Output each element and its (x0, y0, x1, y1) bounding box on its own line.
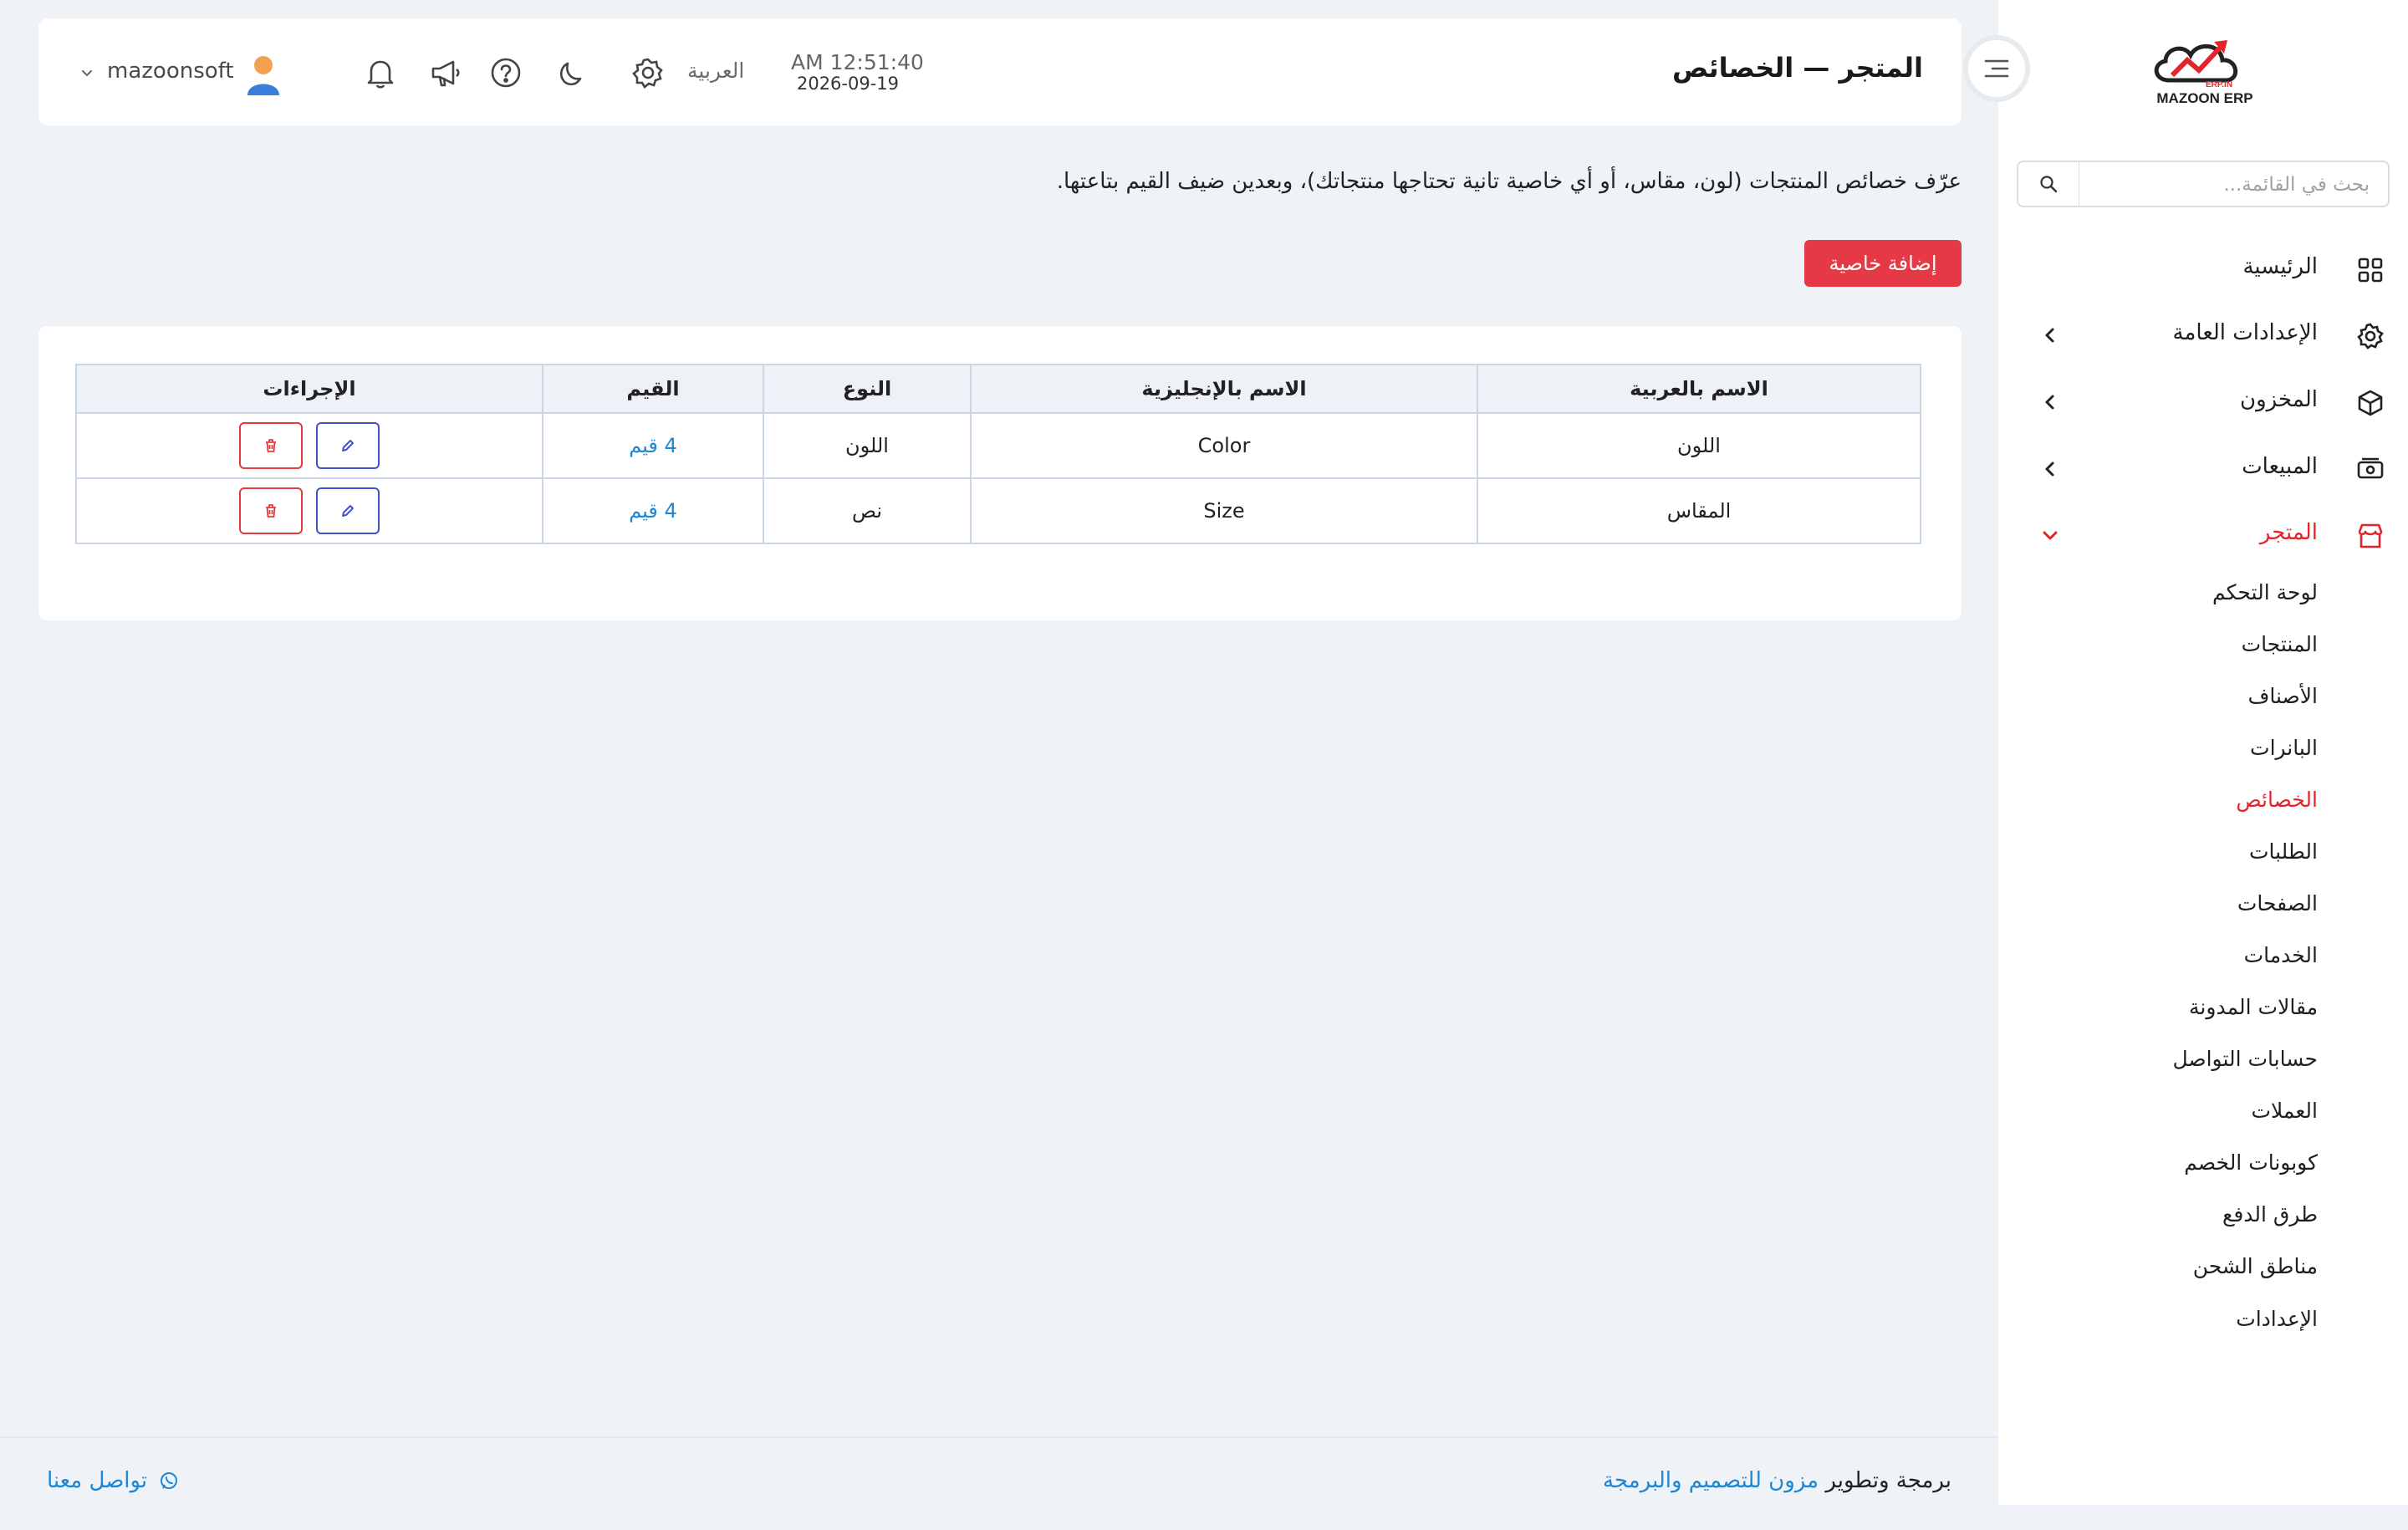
grid-icon (2356, 256, 2385, 284)
submenu-products[interactable]: المنتجات (2242, 632, 2318, 656)
sidebar-item-sales[interactable]: المبيعات (1998, 444, 2408, 494)
cell-name-en: Size (970, 477, 1478, 544)
whatsapp-icon (161, 1472, 178, 1489)
logo-sub: ERP.IN (2206, 80, 2233, 89)
sidebar-item-general-settings[interactable]: الإعدادات العامة (1998, 310, 2408, 360)
submenu-shipping-zones[interactable]: مناطق الشحن (2193, 1254, 2318, 1278)
sidebar-item-home[interactable]: الرئيسية (1998, 244, 2408, 294)
cell-values: 4 قيم (542, 477, 764, 544)
cell-actions (75, 477, 543, 544)
col-header-name-ar: الاسم بالعربية (1477, 364, 1921, 414)
submenu-pages[interactable]: الصفحات (2237, 891, 2318, 915)
cell-values: 4 قيم (542, 412, 764, 479)
moon-icon[interactable] (555, 55, 590, 90)
footer-credit-prefix: برمجة وتطوير (1825, 1468, 1951, 1493)
box-icon (2356, 389, 2385, 417)
menu-icon (1984, 59, 2009, 78)
chevron-left-icon (2042, 461, 2059, 477)
top-header: mazoonsoft العربية AM 12:51:40 2026-09-1 (38, 18, 1962, 125)
clock-time: AM 12:51:40 (791, 50, 924, 74)
submenu-coupons[interactable]: كوبونات الخصم (2184, 1150, 2318, 1175)
footer-credit: برمجة وتطوير مزون للتصميم والبرمجة (1603, 1468, 1951, 1493)
edit-button[interactable] (315, 422, 380, 469)
cell-name-ar: المقاس (1477, 477, 1921, 544)
col-header-type: النوع (763, 364, 972, 414)
sidebar: ERP.IN MAZOON ERP الرئيسية الإعدادات الع… (1998, 0, 2408, 1505)
submenu-blog-posts[interactable]: مقالات المدونة (2189, 995, 2318, 1019)
edit-button[interactable] (315, 487, 380, 534)
submenu-social-accounts[interactable]: حسابات التواصل (2172, 1047, 2318, 1071)
col-header-actions: الإجراءات (75, 364, 543, 414)
cash-icon (2356, 456, 2385, 484)
gear-icon[interactable] (630, 55, 666, 90)
submenu-settings[interactable]: الإعدادات (2236, 1307, 2318, 1331)
values-link[interactable]: 4 قيم (629, 434, 677, 457)
sidebar-search (2017, 161, 2390, 207)
sidebar-item-label: المتجر (2259, 520, 2318, 545)
delete-button[interactable] (239, 487, 304, 534)
submenu-banners[interactable]: البانرات (2250, 736, 2318, 760)
pencil-icon (341, 440, 354, 451)
logo-text: MAZOON ERP (2156, 90, 2253, 106)
submenu-dashboard[interactable]: لوحة التحكم (2212, 580, 2318, 604)
submenu-orders[interactable]: الطلبات (2249, 839, 2318, 864)
chevron-down-icon[interactable] (80, 67, 94, 80)
col-header-name-en: الاسم بالإنجليزية (970, 364, 1478, 414)
table-row: اللون Color اللون 4 قيم (75, 412, 1921, 479)
chevron-left-icon (2042, 394, 2059, 411)
megaphone-icon[interactable] (428, 55, 463, 90)
chevron-down-icon (2042, 527, 2059, 543)
page-title: المتجر — الخصائص (1671, 52, 1923, 84)
add-attribute-button[interactable]: إضافة خاصية (1804, 240, 1962, 287)
bell-icon[interactable] (363, 55, 398, 90)
submenu-categories[interactable]: الأصناف (2247, 684, 2318, 708)
attributes-card: الاسم بالعربية الاسم بالإنجليزية النوع ا… (38, 326, 1962, 620)
search-icon[interactable] (2018, 162, 2079, 206)
help-icon[interactable] (488, 55, 523, 90)
sidebar-item-label: الإعدادات العامة (2172, 320, 2318, 345)
trash-icon (266, 439, 277, 452)
sidebar-item-label: المخزون (2240, 387, 2318, 412)
cell-type: اللون (763, 412, 972, 479)
contact-us-link[interactable]: تواصل معنا (47, 1468, 179, 1493)
table-row: المقاس Size نص 4 قيم (75, 477, 1921, 544)
gear-icon (2356, 322, 2385, 350)
cell-type: نص (763, 477, 972, 544)
attributes-table: الاسم بالعربية الاسم بالإنجليزية النوع ا… (75, 364, 1921, 544)
submenu-services[interactable]: الخدمات (2244, 943, 2318, 967)
submenu-payment-methods[interactable]: طرق الدفع (2222, 1202, 2318, 1227)
app-logo[interactable]: ERP.IN MAZOON ERP (2144, 33, 2266, 117)
cell-actions (75, 412, 543, 479)
sidebar-item-inventory[interactable]: المخزون (1998, 377, 2408, 427)
chevron-left-icon (2042, 327, 2059, 344)
sidebar-toggle-button[interactable] (1963, 35, 2030, 102)
sidebar-item-label: المبيعات (2242, 454, 2318, 479)
delete-button[interactable] (239, 422, 304, 469)
language-switch[interactable]: العربية (687, 59, 744, 83)
contact-label: تواصل معنا (47, 1468, 148, 1493)
username[interactable]: mazoonsoft (107, 59, 234, 84)
values-link[interactable]: 4 قيم (629, 499, 677, 523)
page-description: عرّف خصائص المنتجات (لون، مقاس، أو أي خا… (1056, 169, 1962, 194)
cell-name-en: Color (970, 412, 1478, 479)
col-header-values: القيم (542, 364, 764, 414)
footer-divider (0, 1436, 1998, 1438)
submenu-attributes[interactable]: الخصائص (2236, 788, 2318, 812)
sidebar-search-input[interactable] (2084, 167, 2371, 202)
cell-name-ar: اللون (1477, 412, 1921, 479)
pencil-icon (341, 505, 354, 517)
table-header-row: الاسم بالعربية الاسم بالإنجليزية النوع ا… (75, 364, 1921, 414)
store-icon (2356, 522, 2385, 550)
trash-icon (266, 504, 277, 518)
sidebar-item-store[interactable]: المتجر (1998, 510, 2408, 560)
user-avatar[interactable] (244, 54, 283, 95)
submenu-currencies[interactable]: العملات (2251, 1099, 2318, 1123)
clock-date: 2026-09-19 (796, 74, 900, 94)
logo-cloud-icon (2154, 40, 2237, 83)
sidebar-item-label: الرئيسية (2242, 254, 2318, 279)
footer-credit-link[interactable]: مزون للتصميم والبرمجة (1603, 1468, 1819, 1493)
